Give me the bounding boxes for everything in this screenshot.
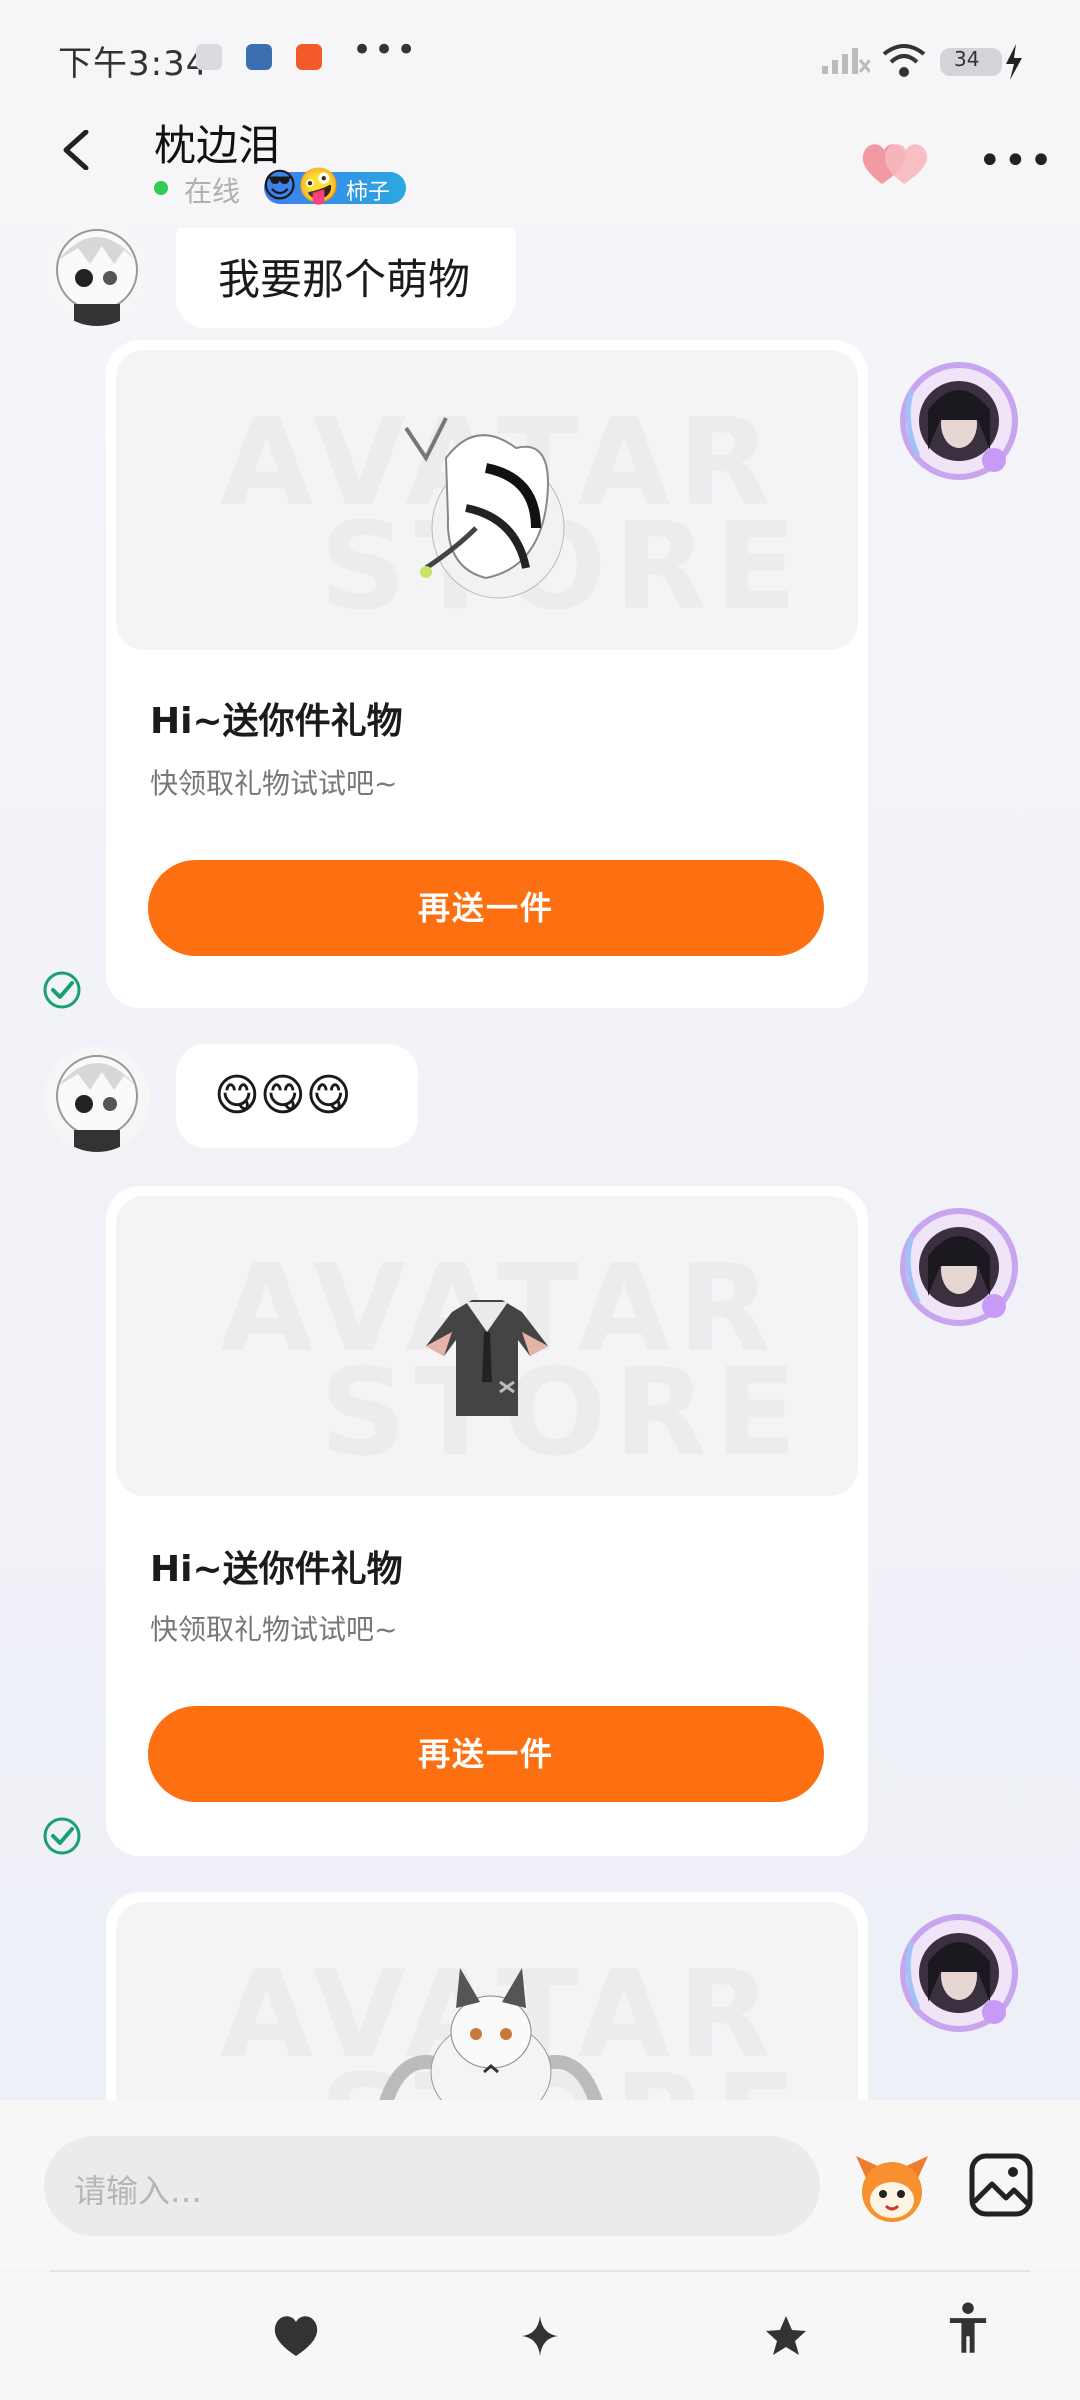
back-icon[interactable]: [58, 130, 98, 170]
send-again-button[interactable]: 再送一件: [148, 860, 824, 956]
message-bubble[interactable]: 我要那个萌物: [176, 228, 516, 328]
send-again-button[interactable]: 再送一件: [148, 1706, 824, 1802]
gift-card[interactable]: AVATAR STORE Hi~送你件礼物 快领取礼物试试吧~ 再送一件: [106, 1186, 868, 1856]
my-avatar[interactable]: [898, 1206, 1020, 1328]
fox-tail-item-image: [404, 417, 565, 599]
shirt-item-image: [426, 1300, 548, 1416]
app-notification-icon-2: [296, 44, 322, 70]
gift-subtitle: 快领取礼物试试吧~: [150, 1613, 398, 1646]
chat-messages[interactable]: 我要那个萌物 AVATAR STORE Hi~送你件礼物 快领取礼物试试吧~ 再…: [0, 228, 1080, 2100]
sparkle-icon[interactable]: [512, 2308, 568, 2364]
message-emoji: 😋😋😋: [214, 1070, 352, 1121]
watermark-text: STORE: [320, 1344, 805, 1483]
star-icon[interactable]: [758, 2308, 814, 2364]
contact-name[interactable]: 枕边泪: [154, 112, 280, 173]
signal-icon: [822, 48, 870, 74]
badge-emoji: 😎🤪: [262, 166, 340, 206]
fox-pet-item-image: [379, 1968, 603, 2100]
app-notification-icon: [246, 44, 272, 70]
mascot-sticker-icon[interactable]: [852, 2148, 932, 2228]
read-check-icon: [43, 1817, 81, 1855]
online-indicator: [154, 181, 168, 195]
status-time: 下午3:34: [58, 44, 209, 84]
gift-image: AVATAR STORE: [116, 350, 858, 650]
notification-icon: [196, 44, 222, 70]
heart-icon[interactable]: [268, 2308, 324, 2364]
image-icon[interactable]: [966, 2150, 1036, 2220]
badge-label: 柿子: [346, 180, 391, 205]
wifi-icon: [882, 44, 926, 77]
accessibility-icon[interactable]: [940, 2300, 996, 2356]
gift-image: AVATAR STORE: [116, 1196, 858, 1496]
gift-title: Hi~送你件礼物: [150, 701, 403, 742]
gift-card[interactable]: AVATAR STORE Hi~送你件礼物 快领取礼物试试吧~ 再送一件: [106, 340, 868, 1008]
read-check-icon: [43, 971, 81, 1009]
intimacy-heart-icon[interactable]: [860, 138, 932, 188]
input-placeholder: 请输入…: [74, 2172, 203, 2210]
battery-icon: 34: [940, 47, 1002, 76]
gift-card[interactable]: AVATAR STORE: [106, 1892, 868, 2100]
charging-icon: [1006, 44, 1022, 80]
message-bubble[interactable]: 😋😋😋: [176, 1044, 418, 1148]
contact-avatar[interactable]: [44, 1046, 150, 1152]
contact-avatar[interactable]: [44, 228, 150, 326]
gift-subtitle: 快领取礼物试试吧~: [150, 767, 398, 800]
battery-level: 34: [954, 47, 980, 71]
online-status: 在线: [184, 175, 241, 208]
message-text: 我要那个萌物: [218, 255, 471, 304]
my-avatar[interactable]: [898, 1912, 1020, 2034]
gift-title: Hi~送你件礼物: [150, 1549, 403, 1590]
my-avatar[interactable]: [898, 360, 1020, 482]
more-notifications-icon: •••: [352, 30, 419, 70]
more-icon[interactable]: •••: [978, 138, 1055, 184]
gift-image: AVATAR STORE: [116, 1902, 858, 2100]
